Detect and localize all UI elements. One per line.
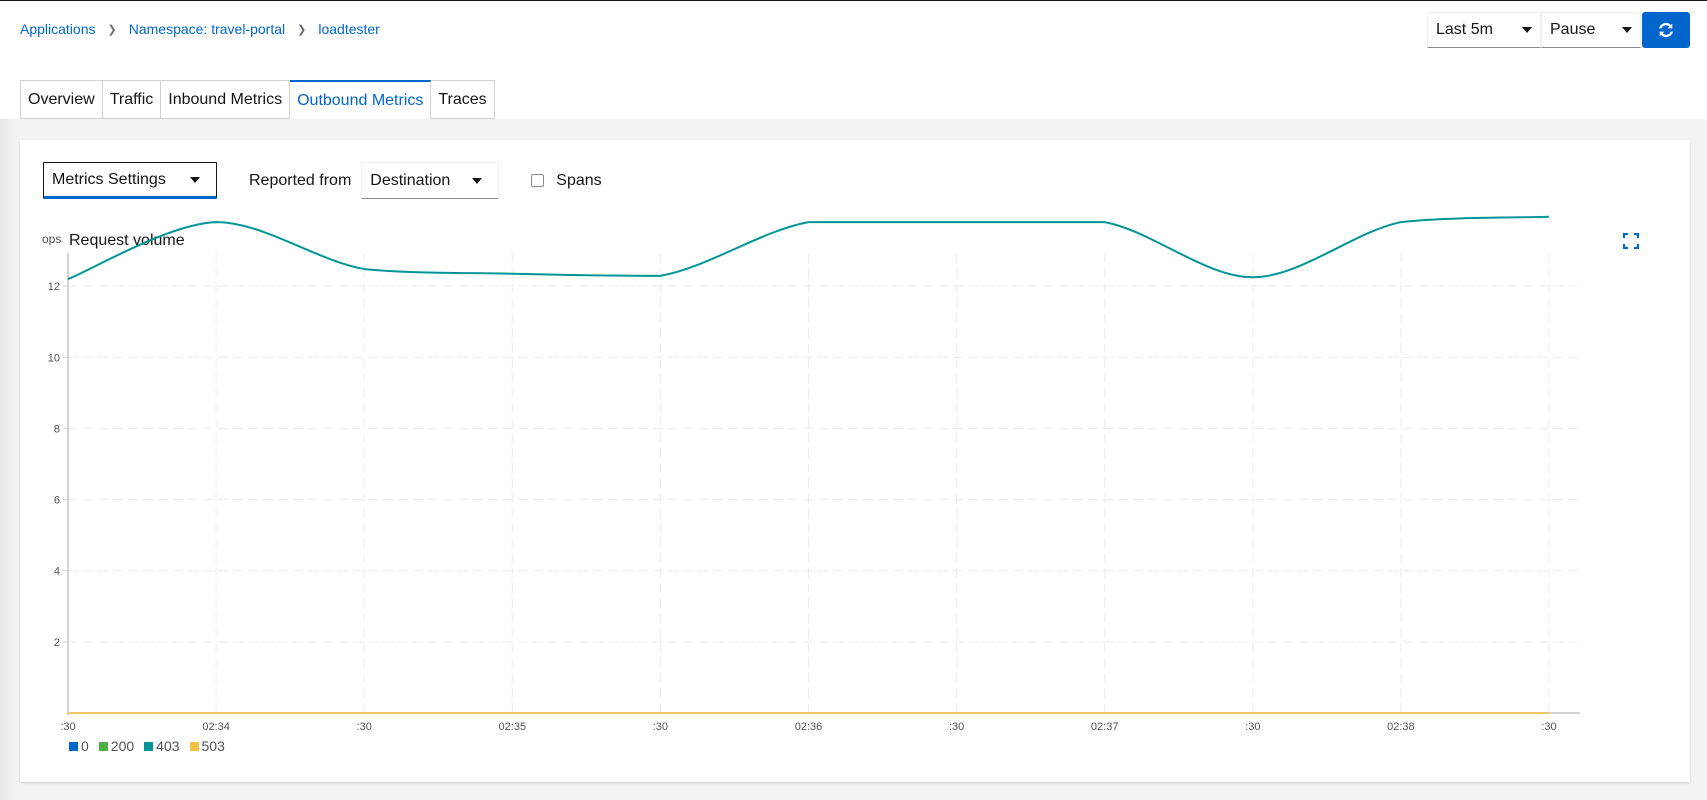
sync-icon <box>1659 22 1673 38</box>
tabs: Overview Traffic Inbound Metrics Outboun… <box>20 80 495 119</box>
y-tick-label: 10 <box>48 352 60 364</box>
x-tick-label: 02:36 <box>795 721 823 733</box>
legend-swatch <box>144 741 154 751</box>
top-controls: Last 5m Pause <box>1427 12 1690 48</box>
time-range-value: Last 5m <box>1436 21 1493 38</box>
legend-label: 0 <box>81 738 89 754</box>
caret-down-icon <box>1522 27 1532 33</box>
refresh-interval-select[interactable]: Pause <box>1541 12 1641 48</box>
tab-traces[interactable]: Traces <box>431 80 495 119</box>
tab-inbound-metrics[interactable]: Inbound Metrics <box>161 80 291 119</box>
breadcrumb: Applications ❯ Namespace: travel-portal … <box>20 21 380 37</box>
top-bar: Applications ❯ Namespace: travel-portal … <box>0 1 1707 119</box>
x-tick-label: :30 <box>1245 721 1260 733</box>
x-tick-label: 02:37 <box>1091 721 1119 733</box>
tab-traffic[interactable]: Traffic <box>102 80 162 119</box>
metrics-card: Metrics Settings Reported from Destinati… <box>20 140 1690 782</box>
x-tick-label: :30 <box>1541 721 1556 733</box>
y-tick-label: 4 <box>54 566 60 578</box>
tab-overview[interactable]: Overview <box>20 80 103 119</box>
y-tick-label: 6 <box>54 495 60 507</box>
y-tick-label: 2 <box>54 637 60 649</box>
breadcrumb-app[interactable]: loadtester <box>318 21 379 37</box>
y-axis-label: ops <box>42 232 61 246</box>
time-range-select[interactable]: Last 5m <box>1427 12 1541 48</box>
tab-outbound-metrics[interactable]: Outbound Metrics <box>290 80 432 119</box>
x-tick-label: :30 <box>949 721 964 733</box>
legend-label: 200 <box>110 738 135 754</box>
legend-label: 403 <box>156 738 180 754</box>
refresh-button[interactable] <box>1642 12 1690 48</box>
legend-swatch <box>98 741 108 751</box>
legend-item-0[interactable]: 0 <box>69 738 89 754</box>
legend-swatch <box>69 741 78 751</box>
legend-swatch <box>189 741 199 751</box>
breadcrumb-namespace[interactable]: Namespace: travel-portal <box>129 21 285 37</box>
x-tick-label: 02:35 <box>499 721 527 733</box>
x-tick-label: 02:38 <box>1387 721 1415 733</box>
x-tick-label: :30 <box>60 721 75 733</box>
chart-legend: 0 200 403 503 <box>69 738 235 754</box>
legend-item-503[interactable]: 503 <box>189 738 225 754</box>
request-volume-chart: 2 4 6 8 10 12 :30 02:34 :30 02:35 :30 02:36 :30 02:37… <box>42 215 1580 733</box>
legend-item-200[interactable]: 200 <box>98 738 135 754</box>
legend-item-403[interactable]: 403 <box>144 738 180 754</box>
legend-label: 503 <box>201 738 225 754</box>
chevron-right-icon: ❯ <box>107 23 117 36</box>
x-tick-label: :30 <box>653 721 668 733</box>
y-tick-label: 8 <box>54 423 60 435</box>
refresh-interval-value: Pause <box>1550 21 1596 38</box>
caret-down-icon <box>1622 27 1632 33</box>
y-tick-label: 12 <box>48 281 60 293</box>
chevron-right-icon: ❯ <box>297 23 307 36</box>
x-tick-label: :30 <box>357 721 372 733</box>
breadcrumb-applications[interactable]: Applications <box>20 21 96 37</box>
x-tick-label: 02:34 <box>202 721 230 733</box>
